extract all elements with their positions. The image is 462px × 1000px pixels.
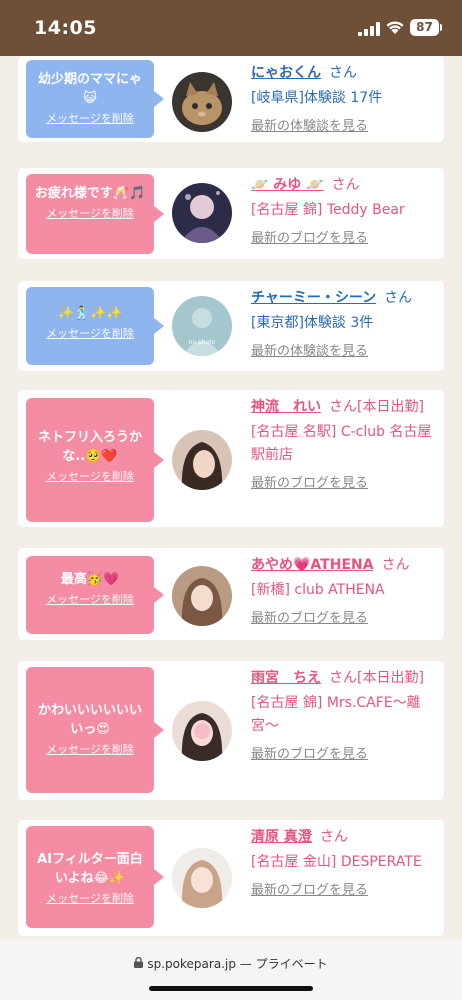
avatar[interactable] bbox=[172, 183, 232, 243]
honorific: さん[本日出勤] bbox=[329, 399, 424, 415]
status-bar: 14:05 87 bbox=[0, 0, 462, 56]
user-name-link[interactable]: 神流 れい bbox=[251, 399, 321, 415]
latest-blog-link[interactable]: 最新のブログを見る bbox=[251, 879, 437, 902]
user-info: あやめ💗ATHENA さん [新橋] club ATHENA 最新のブログを見る bbox=[251, 554, 437, 630]
delete-message-link[interactable]: メッセージを削除 bbox=[32, 207, 148, 221]
url-domain: sp.pokepara.jp bbox=[147, 957, 236, 971]
latest-review-link[interactable]: 最新の体験談を見る bbox=[251, 115, 437, 138]
battery-icon: 87 bbox=[410, 19, 439, 36]
user-location: [名古屋 金山] DESPERATE bbox=[251, 854, 422, 870]
latest-blog-link[interactable]: 最新のブログを見る bbox=[251, 472, 437, 495]
message-text: ✨🕺✨✨ bbox=[57, 306, 123, 321]
lock-icon bbox=[134, 957, 144, 968]
latest-blog-link[interactable]: 最新のブログを見る bbox=[251, 743, 437, 766]
user-location: [岐阜県]体験談 17件 bbox=[251, 90, 383, 106]
avatar[interactable] bbox=[172, 430, 232, 490]
user-info: 🪐 みゆ 🪐 さん [名古屋 錦] Teddy Bear 最新のブログを見る bbox=[251, 174, 437, 250]
cellular-signal-icon bbox=[358, 22, 380, 36]
honorific: さん bbox=[329, 65, 357, 81]
message-card: AIフィルター面白いよね😂✨ メッセージを削除 清原 真澄 さん [名古屋 金山]… bbox=[18, 820, 444, 936]
delete-message-link[interactable]: メッセージを削除 bbox=[32, 470, 148, 484]
private-mode-label: — プライベート bbox=[239, 957, 328, 971]
message-bubble: お疲れ様です🥂🎵 メッセージを削除 bbox=[26, 174, 164, 254]
message-card: 最高🥳💗 メッセージを削除 あやめ💗ATHENA さん [新橋] club ATH… bbox=[18, 548, 444, 640]
home-indicator[interactable] bbox=[149, 986, 313, 991]
avatar[interactable]: no photo bbox=[172, 296, 232, 356]
user-location: [東京都]体験談 3件 bbox=[251, 315, 374, 331]
avatar[interactable] bbox=[172, 848, 232, 908]
honorific: さん bbox=[319, 829, 348, 845]
latest-review-link[interactable]: 最新の体験談を見る bbox=[251, 340, 437, 363]
user-name-link[interactable]: 清原 真澄 bbox=[251, 829, 312, 845]
message-bubble: ネトフリ入ろうかな..🥺❤️ メッセージを削除 bbox=[26, 398, 164, 522]
message-card: ネトフリ入ろうかな..🥺❤️ メッセージを削除 神流 れい さん[本日出勤] [名… bbox=[18, 390, 444, 527]
message-card: かわいいいいいいいっ😍 メッセージを削除 雨宮 ちえ さん[本日出勤] [名古屋 … bbox=[18, 661, 444, 800]
user-location: [名古屋 錦] Teddy Bear bbox=[251, 202, 405, 218]
delete-message-link[interactable]: メッセージを削除 bbox=[32, 743, 148, 757]
no-photo-text: no photo bbox=[189, 339, 216, 346]
message-bubble: AIフィルター面白いよね😂✨ メッセージを削除 bbox=[26, 826, 164, 928]
user-name-link[interactable]: 雨宮 ちえ bbox=[251, 670, 321, 686]
delete-message-link[interactable]: メッセージを削除 bbox=[32, 112, 148, 126]
user-name-link[interactable]: あやめ💗ATHENA bbox=[251, 557, 374, 573]
user-location: [名古屋 錦] Mrs.CAFE〜離宮〜 bbox=[251, 695, 421, 734]
latest-blog-link[interactable]: 最新のブログを見る bbox=[251, 607, 437, 630]
honorific: さん[本日出勤] bbox=[329, 670, 424, 686]
user-location: [名古屋 名駅] C-club 名古屋駅前店 bbox=[251, 424, 432, 463]
battery-cap bbox=[440, 24, 442, 31]
user-name-link[interactable]: チャーミー・シーン bbox=[251, 290, 376, 306]
delete-message-link[interactable]: メッセージを削除 bbox=[32, 892, 148, 906]
avatar[interactable] bbox=[172, 701, 232, 761]
message-bubble: かわいいいいいいいっ😍 メッセージを削除 bbox=[26, 667, 164, 793]
user-info: にゃおくん さん [岐阜県]体験談 17件 最新の体験談を見る bbox=[251, 62, 437, 138]
user-info: 神流 れい さん[本日出勤] [名古屋 名駅] C-club 名古屋駅前店 最新の… bbox=[251, 396, 437, 495]
message-bubble: 最高🥳💗 メッセージを削除 bbox=[26, 556, 164, 634]
honorific: さん bbox=[381, 557, 410, 573]
honorific: さん bbox=[384, 290, 413, 306]
url-display[interactable]: sp.pokepara.jp — プライベート bbox=[0, 955, 462, 972]
delete-message-link[interactable]: メッセージを削除 bbox=[32, 593, 148, 607]
message-feed[interactable]: 幼少期のママにゃ😺 メッセージを削除 にゃおくん さん [岐阜県]体験談 17件 … bbox=[0, 56, 462, 940]
avatar[interactable] bbox=[172, 72, 232, 132]
user-name-link[interactable]: 🪐 みゆ 🪐 bbox=[251, 177, 324, 193]
message-card: お疲れ様です🥂🎵 メッセージを削除 🪐 みゆ 🪐 さん [名古屋 錦] Teddy… bbox=[18, 168, 444, 259]
browser-address-bar[interactable]: sp.pokepara.jp — プライベート bbox=[0, 940, 462, 1000]
status-time: 14:05 bbox=[34, 17, 97, 39]
user-info: 清原 真澄 さん [名古屋 金山] DESPERATE 最新のブログを見る bbox=[251, 826, 437, 902]
latest-blog-link[interactable]: 最新のブログを見る bbox=[251, 227, 437, 250]
message-card: ✨🕺✨✨ メッセージを削除 no photo チャーミー・シーン さん [東京都]… bbox=[18, 281, 444, 371]
user-location: [新橋] club ATHENA bbox=[251, 582, 385, 598]
message-card: 幼少期のママにゃ😺 メッセージを削除 にゃおくん さん [岐阜県]体験談 17件 … bbox=[18, 56, 444, 142]
message-text: ネトフリ入ろうかな..🥺❤️ bbox=[37, 430, 142, 464]
message-text: AIフィルター面白いよね😂✨ bbox=[37, 852, 143, 886]
message-bubble: 幼少期のママにゃ😺 メッセージを削除 bbox=[26, 60, 164, 138]
message-text: お疲れ様です🥂🎵 bbox=[34, 186, 146, 201]
message-text: 幼少期のママにゃ😺 bbox=[37, 72, 142, 106]
message-bubble: ✨🕺✨✨ メッセージを削除 bbox=[26, 287, 164, 365]
message-text: かわいいいいいいいっ😍 bbox=[37, 703, 142, 737]
avatar[interactable] bbox=[172, 566, 232, 626]
delete-message-link[interactable]: メッセージを削除 bbox=[32, 327, 148, 341]
user-info: 雨宮 ちえ さん[本日出勤] [名古屋 錦] Mrs.CAFE〜離宮〜 最新のブロ… bbox=[251, 667, 437, 766]
user-name-link[interactable]: にゃおくん bbox=[251, 65, 321, 81]
wifi-icon bbox=[386, 21, 404, 34]
user-info: チャーミー・シーン さん [東京都]体験談 3件 最新の体験談を見る bbox=[251, 287, 437, 363]
message-text: 最高🥳💗 bbox=[60, 572, 120, 587]
honorific: さん bbox=[331, 177, 360, 193]
